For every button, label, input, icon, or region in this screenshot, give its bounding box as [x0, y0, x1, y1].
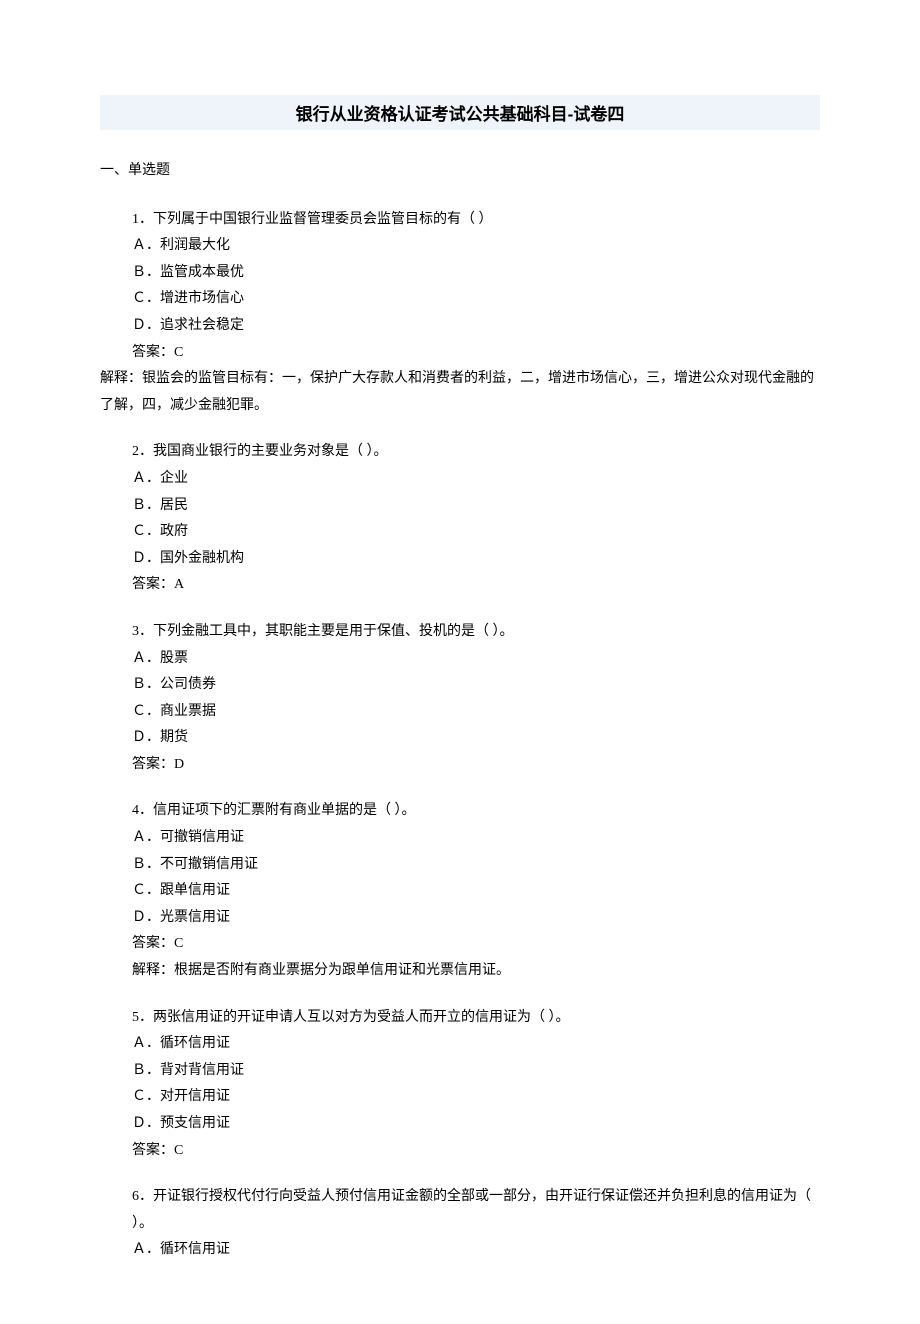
question-stem: 3．下列金融工具中，其职能主要是用于保值、投机的是（ ）。	[100, 619, 820, 646]
question-option: Ｃ．商业票据	[100, 699, 820, 726]
question-explanation: 解释：根据是否附有商业票据分为跟单信用证和光票信用证。	[100, 958, 820, 985]
question-explanation-wrapper: 解释：银监会的监管目标有：一，保护广大存款人和消费者的利益，二，增进市场信心，三…	[100, 366, 820, 419]
question-answer: 答案：A	[100, 572, 820, 599]
question-stem: 6．开证银行授权代付行向受益人预付信用证金额的全部或一部分，由开证行保证偿还并负…	[100, 1184, 820, 1237]
question-stem: 4．信用证项下的汇票附有商业单据的是（ ）。	[100, 798, 820, 825]
question-option: Ｄ．期货	[100, 725, 820, 752]
question-option: Ｄ．预支信用证	[100, 1111, 820, 1138]
question-block: 5．两张信用证的开证申请人互以对方为受益人而开立的信用证为（ ）。 Ａ．循环信用…	[100, 1005, 820, 1165]
question-option: Ａ．循环信用证	[100, 1031, 820, 1058]
question-block: 4．信用证项下的汇票附有商业单据的是（ ）。 Ａ．可撤销信用证 Ｂ．不可撤销信用…	[100, 798, 820, 984]
question-option: Ａ．企业	[100, 466, 820, 493]
question-block: 3．下列金融工具中，其职能主要是用于保值、投机的是（ ）。 Ａ．股票 Ｂ．公司债…	[100, 619, 820, 779]
question-option: Ｃ．增进市场信心	[100, 286, 820, 313]
question-option: Ｄ．国外金融机构	[100, 546, 820, 573]
question-stem: 1．下列属于中国银行业监督管理委员会监管目标的有（ ）	[100, 207, 820, 234]
question-option: Ｂ．监管成本最优	[100, 260, 820, 287]
question-option: Ａ．循环信用证	[100, 1237, 820, 1264]
title-container: 银行从业资格认证考试公共基础科目-试卷四	[100, 95, 820, 130]
page-title: 银行从业资格认证考试公共基础科目-试卷四	[100, 100, 820, 125]
question-stem: 5．两张信用证的开证申请人互以对方为受益人而开立的信用证为（ ）。	[100, 1005, 820, 1032]
question-option: Ａ．可撤销信用证	[100, 825, 820, 852]
question-option: Ｂ．公司债券	[100, 672, 820, 699]
question-option: Ａ．利润最大化	[100, 233, 820, 260]
question-option: Ｃ．政府	[100, 519, 820, 546]
question-stem: 2．我国商业银行的主要业务对象是（ ）。	[100, 439, 820, 466]
question-option: Ｂ．不可撤销信用证	[100, 852, 820, 879]
question-block: 6．开证银行授权代付行向受益人预付信用证金额的全部或一部分，由开证行保证偿还并负…	[100, 1184, 820, 1264]
question-option: Ｄ．光票信用证	[100, 905, 820, 932]
section-header: 一、单选题	[100, 158, 820, 185]
question-explanation: 解释：银监会的监管目标有：一，保护广大存款人和消费者的利益，二，增进市场信心，三…	[100, 366, 820, 419]
question-option: Ｃ．对开信用证	[100, 1084, 820, 1111]
question-block: 1．下列属于中国银行业监督管理委员会监管目标的有（ ） Ａ．利润最大化 Ｂ．监管…	[100, 207, 820, 420]
document-page: 银行从业资格认证考试公共基础科目-试卷四 一、单选题 1．下列属于中国银行业监督…	[0, 0, 920, 1324]
question-option: Ｂ．居民	[100, 493, 820, 520]
question-block: 2．我国商业银行的主要业务对象是（ ）。 Ａ．企业 Ｂ．居民 Ｃ．政府 Ｄ．国外…	[100, 439, 820, 599]
question-option: Ａ．股票	[100, 646, 820, 673]
question-option: Ｃ．跟单信用证	[100, 878, 820, 905]
question-answer: 答案：D	[100, 752, 820, 779]
question-answer: 答案：C	[100, 340, 820, 367]
question-answer: 答案：C	[100, 1138, 820, 1165]
question-answer: 答案：C	[100, 931, 820, 958]
question-option: Ｂ．背对背信用证	[100, 1058, 820, 1085]
question-option: Ｄ．追求社会稳定	[100, 313, 820, 340]
